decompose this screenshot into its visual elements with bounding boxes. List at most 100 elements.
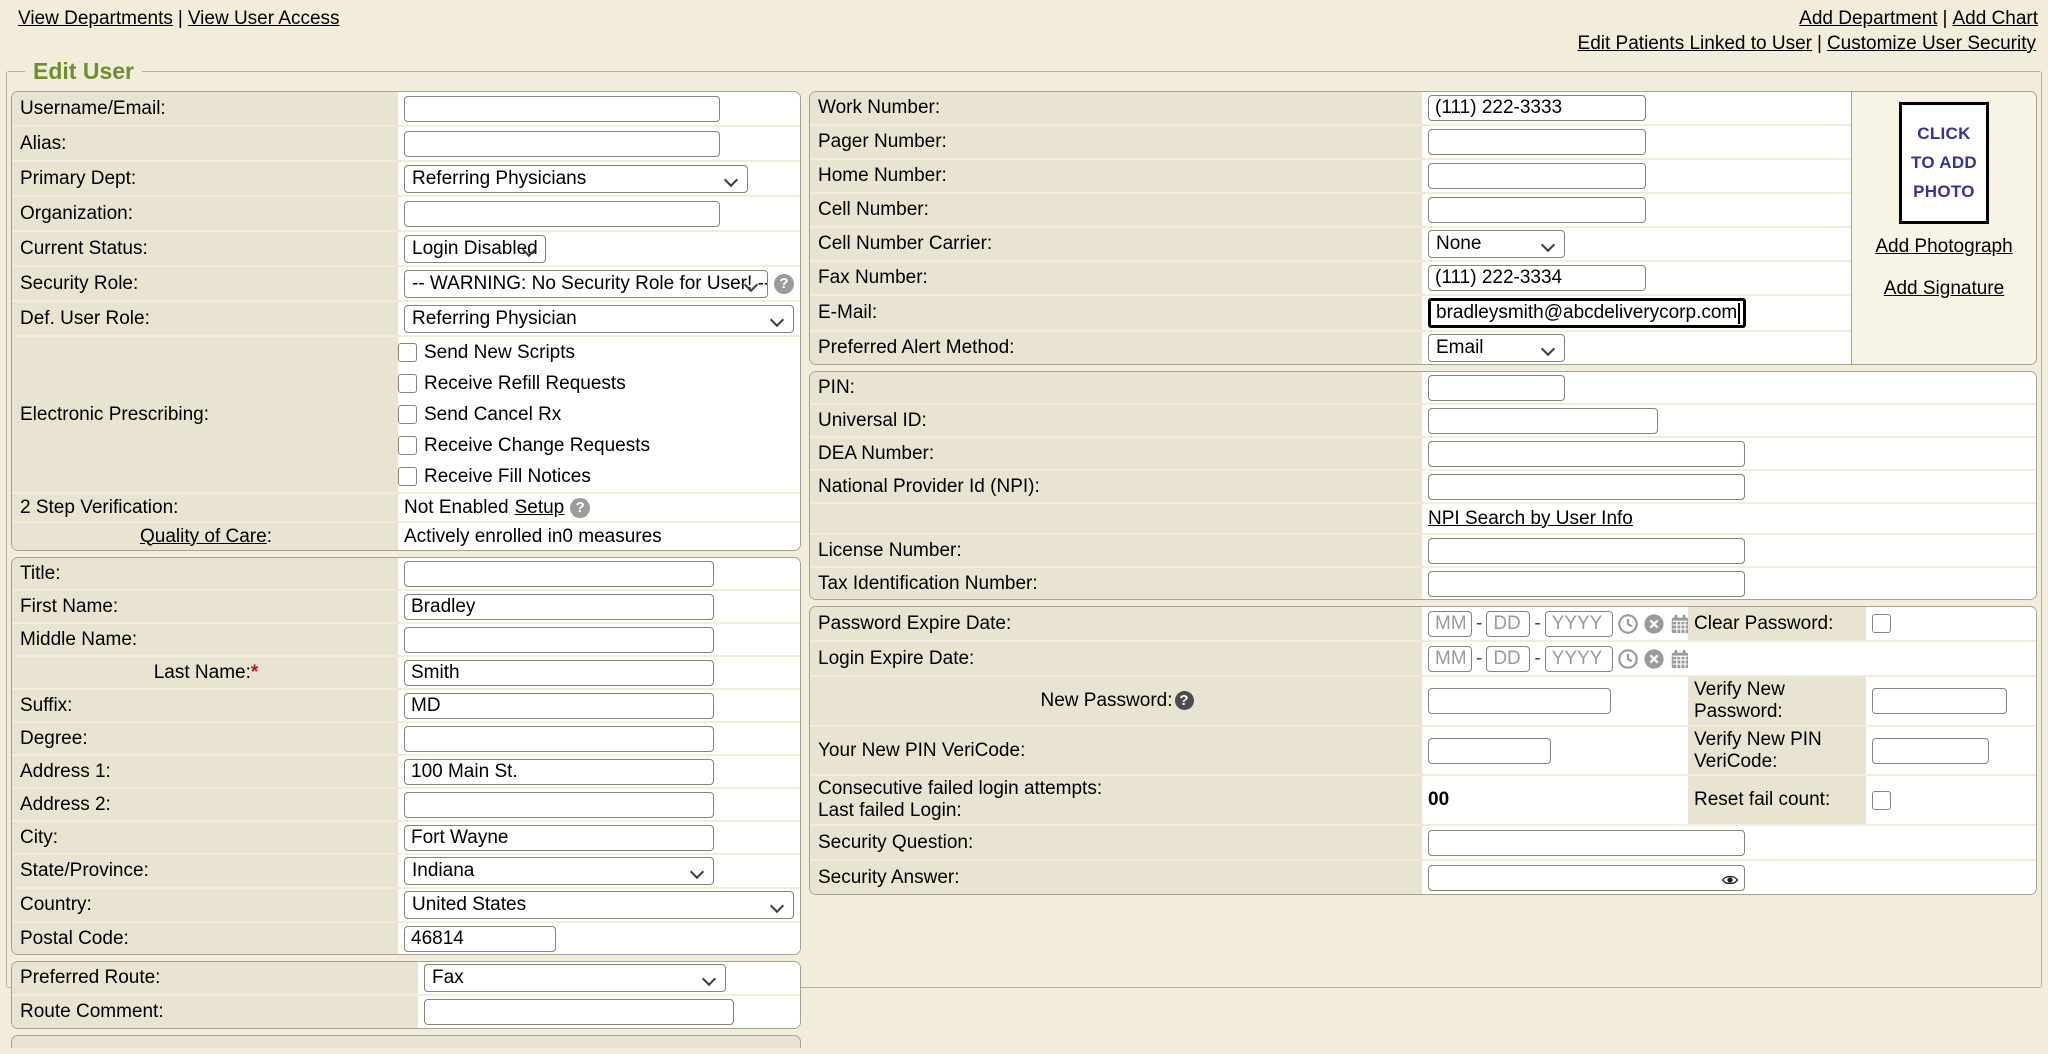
add-chart-link[interactable]: Add Chart xyxy=(1952,8,2038,29)
postal-code-input[interactable] xyxy=(404,926,556,952)
password-expire-yyyy-input[interactable] xyxy=(1545,611,1613,637)
preferred-route-select[interactable]: Fax xyxy=(424,964,726,992)
security-role-select[interactable]: -- WARNING: No Security Role for User! -… xyxy=(404,270,768,298)
alert-method-select[interactable]: Email xyxy=(1428,334,1565,362)
login-expire-yyyy-input[interactable] xyxy=(1545,646,1613,672)
clear-date-icon[interactable] xyxy=(1643,613,1665,635)
reset-fail-count-checkbox[interactable] xyxy=(1872,791,1891,810)
current-status-select[interactable]: Login Disabled xyxy=(404,235,546,263)
eye-icon[interactable] xyxy=(1722,871,1738,893)
last-name-input[interactable] xyxy=(404,660,714,686)
receive-refill-requests-checkbox[interactable] xyxy=(398,374,417,393)
send-cancel-rx-checkbox[interactable] xyxy=(398,405,417,424)
title-label: Title: xyxy=(12,558,398,589)
state-select[interactable]: Indiana xyxy=(404,857,714,885)
home-number-label: Home Number: xyxy=(810,160,1422,192)
current-status-label: Current Status: xyxy=(12,232,398,265)
work-number-input[interactable] xyxy=(1428,95,1646,121)
country-select[interactable]: United States xyxy=(404,891,794,919)
form-row: Quality of Care:Actively enrolled in0 me… xyxy=(12,521,800,550)
add-photograph-link[interactable]: Add Photograph xyxy=(1852,236,2036,258)
text-cursor xyxy=(1738,303,1740,324)
address2-input[interactable] xyxy=(404,792,714,818)
def-user-role-label: Def. User Role: xyxy=(12,302,398,335)
degree-input[interactable] xyxy=(404,726,714,752)
first-name-label: First Name: xyxy=(12,591,398,622)
postal-label: Postal Code: xyxy=(12,923,398,954)
npi-input[interactable] xyxy=(1428,474,1745,500)
form-row: Login Expire Date: -- xyxy=(810,640,2036,675)
suffix-input[interactable] xyxy=(404,693,714,719)
address1-input[interactable] xyxy=(404,759,714,785)
add-photo-placeholder[interactable]: CLICK TO ADD PHOTO xyxy=(1899,102,1989,224)
state-label: State/Province: xyxy=(12,855,398,887)
cell-number-input[interactable] xyxy=(1428,197,1646,223)
form-row: Address 1: xyxy=(12,754,800,787)
customize-user-security-link[interactable]: Customize User Security xyxy=(1827,33,2036,54)
new-password-input[interactable] xyxy=(1428,688,1611,714)
two-step-setup-link[interactable]: Setup xyxy=(515,497,565,519)
next-section-cutoff xyxy=(11,1035,801,1048)
home-number-input[interactable] xyxy=(1428,163,1646,189)
fax-number-input[interactable] xyxy=(1428,265,1646,291)
date-separator: - xyxy=(1476,613,1482,635)
tax-id-input[interactable] xyxy=(1428,571,1745,597)
date-separator: - xyxy=(1476,648,1482,670)
dea-number-input[interactable] xyxy=(1428,441,1745,467)
view-user-access-link[interactable]: View User Access xyxy=(188,8,340,29)
first-name-input[interactable] xyxy=(404,594,714,620)
clock-icon[interactable] xyxy=(1617,648,1639,670)
photo-panel: CLICK TO ADD PHOTO Add Photograph Add Si… xyxy=(1851,92,2036,364)
organization-input[interactable] xyxy=(404,201,720,227)
form-row: First Name: xyxy=(12,589,800,622)
clock-icon[interactable] xyxy=(1617,613,1639,635)
def-user-role-select[interactable]: Referring Physician xyxy=(404,305,794,333)
security-question-input[interactable] xyxy=(1428,830,1745,856)
alert-method-label: Preferred Alert Method: xyxy=(810,332,1422,364)
email-input[interactable]: bradleysmith@abcdeliverycorp.com xyxy=(1428,298,1746,328)
security-answer-input[interactable] xyxy=(1428,865,1745,891)
route-comment-input[interactable] xyxy=(424,999,734,1025)
form-row: DEA Number: xyxy=(810,436,2036,469)
city-input[interactable] xyxy=(404,825,714,851)
primary-dept-select[interactable]: Referring Physicians xyxy=(404,165,748,193)
title-input[interactable] xyxy=(404,561,714,587)
email-label: E-Mail: xyxy=(810,296,1422,330)
form-row: E-Mail: bradleysmith@abcdeliverycorp.com xyxy=(810,294,1851,330)
pager-number-input[interactable] xyxy=(1428,129,1646,155)
add-signature-link[interactable]: Add Signature xyxy=(1852,278,2036,300)
verify-new-password-input[interactable] xyxy=(1872,688,2007,714)
help-icon[interactable]: ? xyxy=(1175,691,1194,710)
cell-carrier-select[interactable]: None xyxy=(1428,230,1565,258)
help-icon[interactable]: ? xyxy=(774,274,794,294)
clear-password-checkbox[interactable] xyxy=(1872,614,1891,633)
pin-vericode-input[interactable] xyxy=(1428,738,1551,764)
pin-input[interactable] xyxy=(1428,375,1565,401)
npi-search-link[interactable]: NPI Search by User Info xyxy=(1428,508,1633,530)
fax-number-label: Fax Number: xyxy=(810,262,1422,294)
clear-password-label: Clear Password: xyxy=(1688,607,1866,640)
eprescribe-option: Receive Change Requests xyxy=(398,433,650,458)
receive-fill-notices-checkbox[interactable] xyxy=(398,467,417,486)
form-row: Country:United States xyxy=(12,887,800,921)
organization-label: Organization: xyxy=(12,197,398,230)
add-department-link[interactable]: Add Department xyxy=(1799,8,1937,29)
edit-patients-linked-link[interactable]: Edit Patients Linked to User xyxy=(1578,33,1812,54)
alias-input[interactable] xyxy=(404,131,720,157)
login-expire-dd-input[interactable] xyxy=(1486,646,1530,672)
license-number-input[interactable] xyxy=(1428,538,1745,564)
view-departments-link[interactable]: View Departments xyxy=(18,8,173,29)
receive-change-requests-checkbox[interactable] xyxy=(398,436,417,455)
universal-id-input[interactable] xyxy=(1428,408,1658,434)
login-expire-mm-input[interactable] xyxy=(1428,646,1472,672)
password-expire-mm-input[interactable] xyxy=(1428,611,1472,637)
email-value: bradleysmith@abcdeliverycorp.com xyxy=(1436,302,1737,324)
middle-name-input[interactable] xyxy=(404,627,714,653)
send-new-scripts-checkbox[interactable] xyxy=(398,343,417,362)
password-expire-dd-input[interactable] xyxy=(1486,611,1530,637)
quality-of-care-link[interactable]: Quality of Care xyxy=(140,526,267,548)
clear-date-icon[interactable] xyxy=(1643,648,1665,670)
verify-pin-vericode-input[interactable] xyxy=(1872,738,1989,764)
help-icon[interactable]: ? xyxy=(570,498,590,518)
username-input[interactable] xyxy=(404,96,720,122)
